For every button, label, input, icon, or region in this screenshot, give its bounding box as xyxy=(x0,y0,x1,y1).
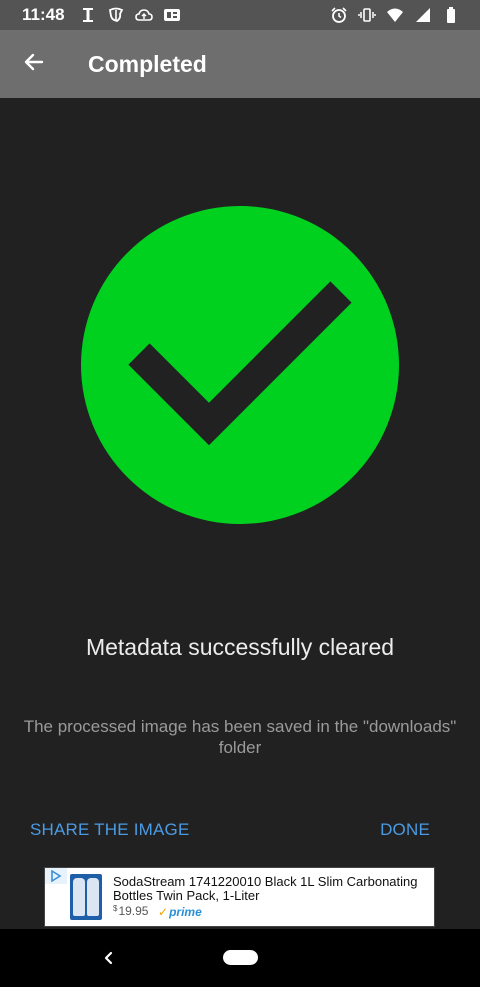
home-pill-icon[interactable] xyxy=(223,950,258,965)
news-icon xyxy=(107,6,125,24)
ad-price: $ 19.95 xyxy=(113,904,148,918)
prime-check-icon: ✓ xyxy=(158,905,169,919)
status-bar: 11:48 xyxy=(0,0,480,30)
ge-badge-icon xyxy=(163,6,181,24)
app-toolbar: Completed xyxy=(0,30,480,98)
ad-price-value: 19.95 xyxy=(118,904,149,918)
ad-choices-icon[interactable] xyxy=(45,868,67,884)
page-title: Completed xyxy=(88,50,207,77)
notification-i-icon xyxy=(79,6,97,24)
battery-icon xyxy=(442,6,460,24)
system-nav-bar xyxy=(0,929,480,987)
prime-badge: ✓prime xyxy=(158,905,202,919)
done-button[interactable]: DONE xyxy=(380,816,430,844)
result-description: The processed image has been saved in th… xyxy=(23,717,457,757)
ad-title: SodaStream 1741220010 Black 1L Slim Carb… xyxy=(113,874,418,903)
status-time: 11:48 xyxy=(22,5,65,24)
check-circle-icon xyxy=(81,206,399,524)
nav-back-icon[interactable] xyxy=(96,946,120,970)
cloud-upload-icon xyxy=(134,6,153,24)
ad-product-image xyxy=(70,874,102,920)
status-notification-icons xyxy=(79,6,181,24)
vibrate-icon xyxy=(358,6,376,24)
share-image-button[interactable]: SHARE THE IMAGE xyxy=(30,816,190,844)
ad-price-currency: $ xyxy=(113,904,118,913)
alarm-icon xyxy=(330,6,348,24)
wifi-icon xyxy=(386,6,404,24)
result-title: Metadata successfully cleared xyxy=(85,634,395,660)
back-button[interactable] xyxy=(16,46,52,82)
ad-banner[interactable]: SodaStream 1741220010 Black 1L Slim Carb… xyxy=(44,867,435,927)
arrow-back-icon xyxy=(22,50,46,79)
status-system-icons xyxy=(330,6,460,24)
prime-label: prime xyxy=(169,905,202,919)
signal-icon xyxy=(414,6,432,24)
